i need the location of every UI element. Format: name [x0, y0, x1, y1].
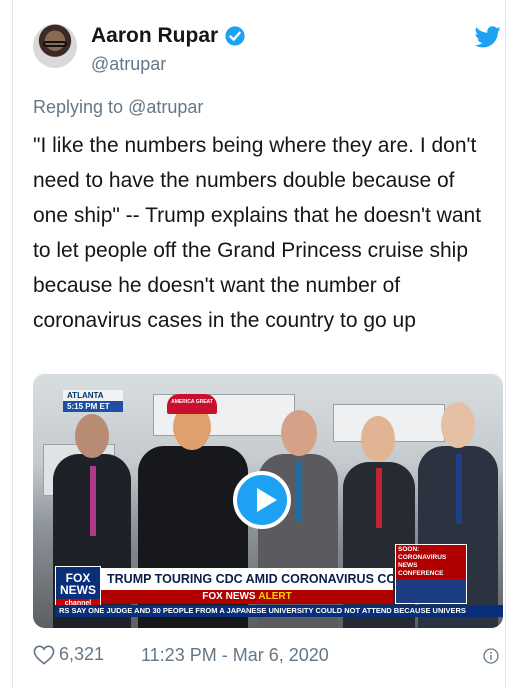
author-handle[interactable]: @atrupar	[91, 54, 166, 75]
chyron-alert: FOX NEWS ALERT	[101, 590, 393, 604]
news-conference-box: SOON: CORONAVIRUS NEWS CONFERENCE	[395, 544, 467, 604]
heart-icon[interactable]	[33, 645, 55, 665]
time-label: 5:15 PM ET	[63, 401, 123, 412]
info-icon[interactable]	[483, 648, 499, 664]
fox-news-logo: FOX NEWS channel	[55, 566, 101, 608]
chyron-headline: TRUMP TOURING CDC AMID CORONAVIRUS CONCE…	[101, 568, 393, 590]
alert-word: ALERT	[258, 591, 292, 602]
tweet-header: Aaron Rupar @atrupar	[33, 22, 503, 82]
tweet-card: Aaron Rupar @atrupar Replying to @atrupa…	[12, 0, 506, 688]
play-icon[interactable]	[233, 471, 291, 529]
tweet-text: "I like the numbers being where they are…	[33, 134, 482, 332]
location-label: ATLANTA	[63, 390, 123, 401]
like-button[interactable]: 6,321	[33, 644, 104, 665]
alert-prefix: FOX NEWS	[202, 591, 256, 602]
tweet-footer: 6,321 11:23 PM - Mar 6, 2020	[33, 644, 503, 668]
location-badge: ATLANTA 5:15 PM ET	[63, 390, 123, 412]
author-name[interactable]: Aaron Rupar	[91, 24, 218, 48]
news-ticker: RS SAY ONE JUDGE AND 30 PEOPLE FROM A JA…	[55, 605, 503, 617]
hat-text: AMERICA GREAT	[171, 399, 213, 405]
news-conference-label: SOON: CORONAVIRUS NEWS CONFERENCE	[396, 545, 466, 579]
logo-line-2: NEWS	[60, 583, 96, 597]
reply-context: Replying to @atrupar	[33, 97, 203, 118]
twitter-bird-icon[interactable]	[475, 26, 501, 48]
red-hat: AMERICA GREAT	[167, 394, 217, 414]
author-name-row[interactable]: Aaron Rupar	[91, 24, 246, 48]
reply-to-handle[interactable]: @atrupar	[128, 97, 203, 117]
reply-prefix: Replying to	[33, 97, 129, 117]
author-avatar[interactable]	[33, 24, 77, 68]
tweet-video[interactable]: AMERICA GREAT ATLANTA 5:15 PM ET SOON: C…	[33, 374, 503, 628]
verified-badge-icon	[225, 26, 245, 46]
tweet-timestamp[interactable]: 11:23 PM - Mar 6, 2020	[141, 645, 329, 666]
likes-count: 6,321	[59, 644, 105, 664]
